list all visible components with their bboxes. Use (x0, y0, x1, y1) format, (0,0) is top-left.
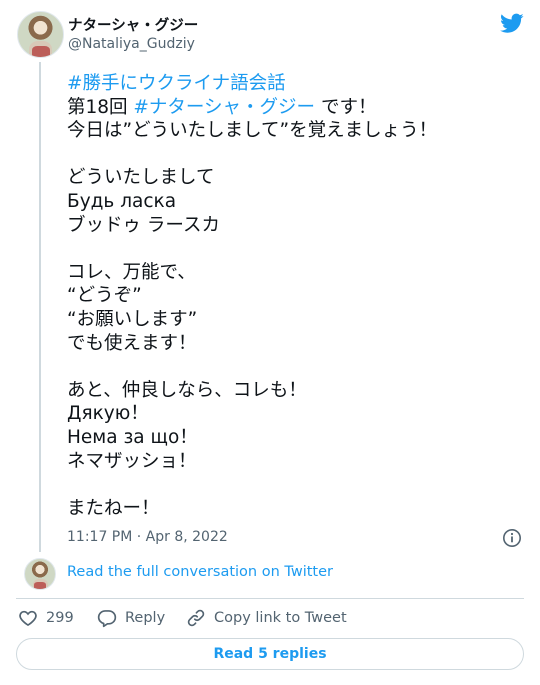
author-handle[interactable]: @Nataliya_Gudziy (68, 36, 195, 52)
tweet-text-segment: どういたしまして (67, 167, 215, 189)
tweet-text-segment: Нема за що！ (67, 426, 198, 448)
tweet-line: “どうぞ” (67, 284, 507, 308)
tweet-text-segment: あと、仲良しなら、コレも！ (67, 379, 307, 401)
tweet-text: #勝手にウクライナ語会話 第18回 #ナターシャ・グジー です！ 今日は”どういたし… (67, 72, 507, 520)
tweet-text-segment: でも使えます！ (67, 332, 197, 354)
tweet-line: Дякую！ (67, 402, 507, 426)
hashtag-link[interactable]: #ナターシャ・グジー (133, 97, 315, 118)
tweet-text-segment: ネマザッショ！ (67, 450, 197, 472)
tweet-timestamp[interactable]: 11:17 PM · Apr 8, 2022 (67, 529, 228, 545)
tweet-line: 今日は”どういたしまして”を覚えましょう！ (67, 119, 507, 143)
read-replies-button[interactable]: Read 5 replies (16, 638, 524, 670)
reply-bubble-icon (97, 610, 117, 628)
tweet-text-segment: またねー！ (67, 497, 160, 519)
author-name[interactable]: ナターシャ・グジー (68, 14, 198, 35)
tweet-line: あと、仲良しなら、コレも！ (67, 379, 507, 403)
divider (16, 598, 524, 599)
tweet-text-segment: ブッドゥ ラースカ (67, 214, 220, 236)
tweet-line: #勝手にウクライナ語会話 (67, 72, 507, 96)
link-icon (187, 609, 205, 627)
tweet-text-segment: “どうぞ” (67, 285, 142, 307)
tweet-line (67, 355, 507, 379)
twitter-bird-icon[interactable] (500, 13, 524, 34)
like-count: 299 (46, 610, 74, 626)
tweet-line: Нема за що！ (67, 426, 507, 450)
read-conversation-link[interactable]: Read the full conversation on Twitter (67, 564, 333, 580)
copy-link-button[interactable]: Copy link to Tweet (186, 608, 347, 628)
tweet-text-segment: “お願いします” (67, 308, 198, 330)
tweet-line: Будь ласка (67, 190, 507, 214)
tweet-line: コレ、万能で、 (67, 261, 507, 285)
like-button[interactable]: 299 (18, 608, 74, 628)
tweet-text-segment: です！ (315, 96, 377, 118)
heart-icon (19, 610, 37, 627)
author-avatar[interactable] (17, 11, 64, 58)
reply-button[interactable]: Reply (97, 608, 165, 628)
tweet-text-segment: 第18回 (67, 96, 134, 118)
tweet-text-segment: Дякую！ (67, 403, 149, 425)
tweet-line: でも使えます！ (67, 332, 507, 356)
tweet-text-segment: 今日は”どういたしまして”を覚えましょう！ (67, 120, 438, 142)
tweet-line: どういたしまして (67, 166, 507, 190)
tweet-line (67, 473, 507, 497)
tweet-line: またねー！ (67, 497, 507, 521)
copy-link-label: Copy link to Tweet (214, 610, 347, 626)
tweet-line (67, 143, 507, 167)
tweet-line: “お願いします” (67, 308, 507, 332)
thread-avatar[interactable] (24, 558, 56, 590)
tweet-line (67, 237, 507, 261)
tweet-text-segment: コレ、万能で、 (67, 261, 196, 283)
info-icon[interactable] (502, 528, 522, 548)
reply-label: Reply (125, 610, 166, 626)
tweet-line: ネマザッショ！ (67, 450, 507, 474)
tweet-text-segment: Будь ласка (67, 190, 177, 212)
tweet-line: ブッドゥ ラースカ (67, 214, 507, 238)
thread-line (39, 62, 41, 552)
tweet-line: 第18回 #ナターシャ・グジー です！ (67, 96, 507, 120)
hashtag-link[interactable]: #勝手にウクライナ語会話 (67, 73, 286, 94)
